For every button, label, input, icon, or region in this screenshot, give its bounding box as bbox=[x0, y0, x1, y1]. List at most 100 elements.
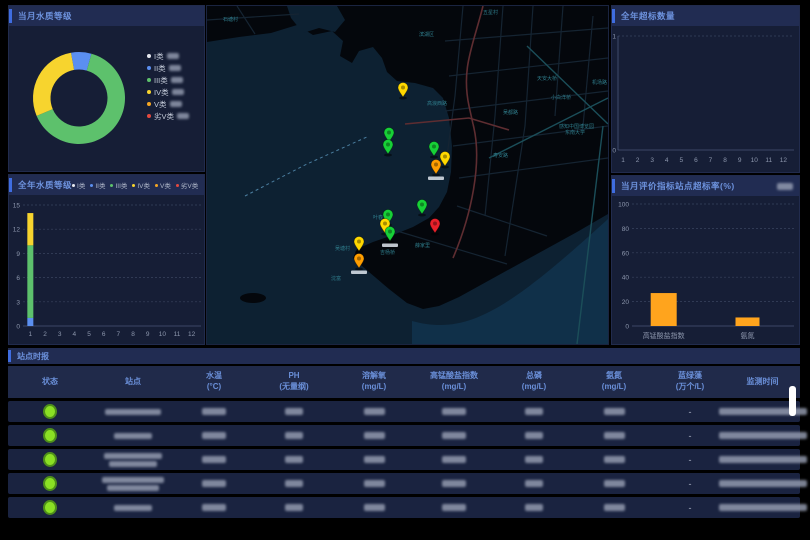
year-legend-item-I类[interactable]: I类 bbox=[72, 180, 85, 190]
svg-text:100: 100 bbox=[618, 202, 629, 209]
value-redacted bbox=[525, 480, 543, 487]
table-row-4[interactable]: - bbox=[8, 473, 800, 494]
svg-text:0: 0 bbox=[16, 324, 20, 331]
legend-value-redacted bbox=[172, 89, 184, 95]
legend-item-劣V类[interactable]: 劣V类 bbox=[147, 112, 189, 120]
svg-text:8: 8 bbox=[131, 331, 135, 338]
panel-accent bbox=[612, 179, 615, 193]
panel-month-quality-header: 当月水质等级 bbox=[9, 6, 204, 26]
station-name-redacted bbox=[114, 433, 152, 439]
cell-水温 bbox=[174, 504, 254, 511]
legend-label: I类 bbox=[77, 180, 85, 190]
svg-text:11: 11 bbox=[174, 331, 181, 338]
value-redacted bbox=[364, 456, 385, 463]
year-legend-item-V类[interactable]: V类 bbox=[155, 180, 171, 190]
svg-text:15: 15 bbox=[13, 203, 21, 210]
year-legend-item-IV类[interactable]: IV类 bbox=[132, 180, 150, 190]
cell-高锰酸盐指数 bbox=[414, 480, 494, 487]
value-redacted bbox=[604, 456, 625, 463]
col-header-状态: 状态 bbox=[8, 377, 92, 388]
cell-监测时间 bbox=[726, 504, 799, 511]
svg-text:3: 3 bbox=[58, 331, 62, 338]
cell-状态 bbox=[8, 500, 92, 515]
cell-PH bbox=[254, 480, 334, 487]
station-name-redacted bbox=[102, 477, 164, 483]
col-unit: (mg/L) bbox=[522, 382, 546, 393]
panel-year-quality-title: 全年水质等级 bbox=[18, 179, 72, 191]
legend-item-I类[interactable]: I类 bbox=[147, 52, 189, 60]
svg-text:10: 10 bbox=[159, 331, 167, 338]
cell-蓝绿藻: - bbox=[654, 407, 726, 417]
svg-text:12: 12 bbox=[780, 157, 788, 164]
cell-PH bbox=[254, 456, 334, 463]
svg-text:5: 5 bbox=[680, 157, 684, 164]
value-redacted bbox=[525, 408, 543, 415]
table-row-2[interactable]: - bbox=[8, 425, 800, 446]
legend-dot bbox=[72, 184, 75, 187]
value-redacted bbox=[442, 408, 466, 415]
map-label: 天安大桥 bbox=[537, 75, 557, 82]
col-header-PH: PH(无量纲) bbox=[254, 371, 334, 393]
legend-label: V类 bbox=[160, 180, 171, 190]
table-row-3[interactable]: - bbox=[8, 449, 800, 470]
cell-状态 bbox=[8, 452, 92, 467]
svg-text:9: 9 bbox=[738, 157, 742, 164]
map[interactable]: 石塘村滨湖区五星村天安大桥机场路小白洋桥吴都路高浪西路寿安路感知中国博览园东南大… bbox=[206, 5, 609, 345]
legend-item-V类[interactable]: V类 bbox=[147, 100, 189, 108]
table-row-5[interactable]: - bbox=[8, 497, 800, 518]
cell-溶解氧 bbox=[334, 456, 414, 463]
map-label: 吴都路 bbox=[503, 109, 518, 116]
month-rate-bar-chart: 020406080100高锰酸盐指数氨氮 bbox=[612, 196, 799, 345]
legend-label: V类 bbox=[154, 99, 167, 110]
value-redacted bbox=[604, 432, 625, 439]
chlorophyll-value: - bbox=[689, 455, 692, 465]
svg-text:3: 3 bbox=[16, 299, 20, 306]
year-legend-item-III类[interactable]: III类 bbox=[110, 180, 127, 190]
legend-label: II类 bbox=[95, 180, 105, 190]
rate-corner-badge-redacted[interactable] bbox=[777, 183, 793, 190]
legend-item-IV类[interactable]: IV类 bbox=[147, 88, 189, 96]
scrollbar-thumb[interactable] bbox=[789, 386, 796, 416]
panel-year-quality-header: 全年水质等级 I类 II类 III类 IV类 V类劣V类 bbox=[9, 175, 204, 195]
value-redacted bbox=[202, 432, 226, 439]
col-label: 蓝绿藻 bbox=[678, 371, 702, 382]
year-stacked-bar-chart: 03691215123456789101112 bbox=[9, 195, 205, 345]
col-label: 氨氮 bbox=[606, 371, 622, 382]
value-redacted bbox=[364, 408, 385, 415]
station-name-redacted bbox=[109, 461, 157, 467]
legend-dot bbox=[147, 54, 151, 58]
value-redacted bbox=[202, 408, 226, 415]
cell-总磷 bbox=[494, 408, 574, 415]
cell-蓝绿藻: - bbox=[654, 455, 726, 465]
value-redacted bbox=[442, 456, 466, 463]
table-body: - - - - - bbox=[8, 401, 800, 518]
cell-氨氮 bbox=[574, 456, 654, 463]
cell-总磷 bbox=[494, 504, 574, 511]
map-canvas[interactable]: 石塘村滨湖区五星村天安大桥机场路小白洋桥吴都路高浪西路寿安路感知中国博览园东南大… bbox=[207, 6, 608, 344]
status-dot bbox=[43, 500, 57, 515]
station-name-redacted bbox=[104, 453, 162, 459]
svg-text:80: 80 bbox=[622, 226, 630, 233]
value-redacted bbox=[442, 504, 466, 511]
cell-站点 bbox=[92, 505, 174, 511]
panel-accent bbox=[612, 9, 615, 23]
map-label: 石塘村 bbox=[223, 16, 238, 23]
map-label: 机场路 bbox=[592, 79, 607, 86]
col-label: PH bbox=[288, 371, 299, 382]
value-redacted bbox=[604, 504, 625, 511]
legend-label: IV类 bbox=[154, 87, 169, 98]
year-exceed-chart: 10123456789101112 bbox=[612, 26, 799, 173]
year-legend-item-II类[interactable]: II类 bbox=[90, 180, 105, 190]
cell-状态 bbox=[8, 476, 92, 491]
legend-item-III类[interactable]: III类 bbox=[147, 76, 189, 84]
table-row-1[interactable]: - bbox=[8, 401, 800, 422]
panel-year-exceed-header: 全年超标数量 bbox=[612, 6, 799, 26]
cell-总磷 bbox=[494, 432, 574, 439]
svg-text:6: 6 bbox=[694, 157, 698, 164]
cell-蓝绿藻: - bbox=[654, 431, 726, 441]
value-redacted bbox=[525, 456, 543, 463]
year-legend-item-劣V类[interactable]: 劣V类 bbox=[176, 180, 198, 190]
legend-item-II类[interactable]: II类 bbox=[147, 64, 189, 72]
svg-text:12: 12 bbox=[13, 227, 21, 234]
cell-监测时间 bbox=[726, 432, 799, 439]
